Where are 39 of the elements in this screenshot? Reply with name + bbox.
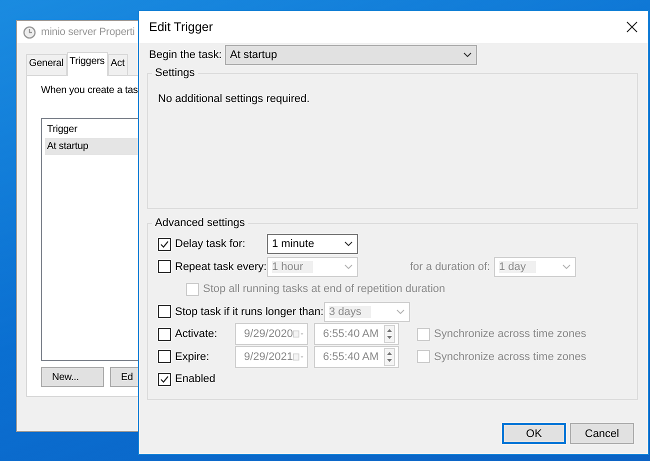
spinner-icon <box>384 325 395 344</box>
option-label: Expire: <box>175 350 210 363</box>
field-label: Begin the task: <box>149 49 223 61</box>
begin-task-dropdown[interactable]: At startup <box>225 45 477 65</box>
option-label: Stop all running tasks at end of repetition duration <box>203 283 446 296</box>
caret-icon <box>463 52 472 58</box>
checkbox[interactable] <box>158 238 171 251</box>
settings-message: No additional settings required. <box>158 93 311 105</box>
option-label: Repeat task every: <box>175 260 267 273</box>
calendar-icon <box>292 329 304 340</box>
tab[interactable]: Act <box>108 54 128 75</box>
delay-dropdown[interactable]: 1 minute <box>267 234 358 254</box>
checkbox[interactable] <box>158 372 171 386</box>
option-label: Enabled <box>175 373 216 386</box>
caret-icon <box>562 264 571 270</box>
list-button[interactable]: New... <box>41 367 104 387</box>
column-header: Trigger <box>46 123 78 137</box>
description-text: When you create a tas <box>41 85 139 96</box>
tab[interactable]: Triggers <box>66 52 108 76</box>
option-label: for a duration of: <box>410 260 492 273</box>
clock-icon <box>23 26 36 38</box>
option-label: Stop task if it runs longer than: <box>175 306 324 318</box>
tab[interactable]: General <box>26 54 67 75</box>
dialog-button[interactable]: OK <box>502 423 566 444</box>
caret-icon <box>344 264 353 270</box>
option-label: Synchronize across time zones <box>434 350 586 363</box>
window-title: minio server Properti <box>41 26 135 38</box>
dialog-button[interactable]: Cancel <box>570 423 634 444</box>
option-label: Activate: <box>175 328 218 340</box>
dialog-title: Edit Trigger <box>149 20 213 34</box>
group-title: Settings <box>154 67 196 79</box>
spinner-icon <box>384 348 395 366</box>
option-label: Synchronize across time zones <box>434 328 586 340</box>
close-icon[interactable] <box>626 21 638 33</box>
group-title: Advanced settings <box>154 217 246 229</box>
calendar-icon <box>292 352 304 362</box>
caret-icon <box>344 241 353 248</box>
caret-icon <box>396 308 405 315</box>
option-label: Delay task for: <box>175 238 246 250</box>
